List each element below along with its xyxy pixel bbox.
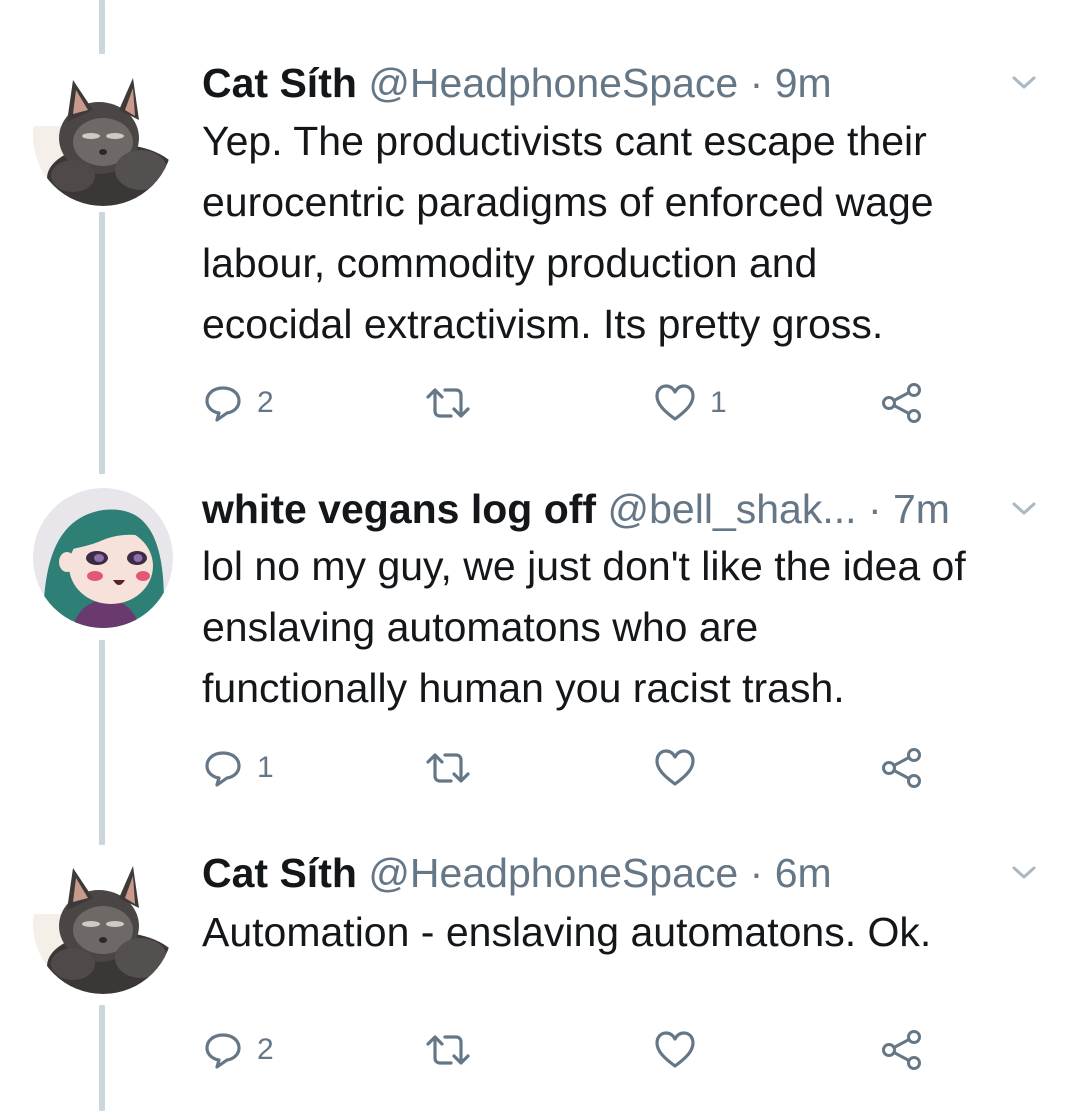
share-icon [880,1028,924,1072]
tweet-text-line: functionally human you racist trash. [202,665,845,711]
reply-icon [203,383,243,423]
chevron-down-icon[interactable] [1010,858,1038,886]
display-name[interactable]: white vegans log off [202,486,596,532]
timestamp[interactable]: 9m [775,60,832,106]
share-button[interactable] [880,381,924,425]
user-handle[interactable]: @bell_shak... [608,486,857,532]
tweet-text-line: Automation - enslaving automatons. Ok. [202,909,932,955]
avatar[interactable] [33,488,173,628]
heart-icon [654,748,696,788]
retweet-icon [424,748,472,788]
chevron-down-icon[interactable] [1010,494,1038,522]
cat-avatar-image [33,66,173,206]
tweet-header: Cat Síth @HeadphoneSpace · 6m [202,848,832,898]
thread-line-1 [99,212,105,474]
tweet-actions: 2 1 [0,381,1080,425]
display-name[interactable]: Cat Síth [202,850,357,896]
retweet-button[interactable] [424,1028,486,1072]
thread-line-top [99,0,105,54]
tweet-text: Automation - enslaving automatons. Ok. [202,902,1052,963]
tweet-text-line: Yep. The productivists cant escape their [202,118,927,164]
reply-count: 1 [257,751,274,784]
like-button[interactable] [654,1028,710,1072]
share-button[interactable] [880,1028,924,1072]
tweet-text-line: enslaving automatons who are [202,604,759,650]
tweet-text: Yep. The productivists cant escape their… [202,111,1052,355]
share-icon [880,381,924,425]
tweet-text-line: eurocentric paradigms of enforced wage [202,179,934,225]
share-icon [880,746,924,790]
tweet-text-line: labour, commodity production and [202,240,818,286]
avatar[interactable] [33,66,173,206]
reply-button[interactable]: 1 [203,746,274,790]
tweet-header: white vegans log off @bell_shak... · 7m [202,484,950,534]
avatar[interactable] [33,854,173,994]
retweet-button[interactable] [424,381,486,425]
reply-button[interactable]: 2 [203,381,274,425]
tweet-header: Cat Síth @HeadphoneSpace · 9m [202,58,832,108]
share-button[interactable] [880,746,924,790]
tweet-text-line: lol no my guy, we just don't like the id… [202,543,966,589]
retweet-icon [424,383,472,423]
cartoon-girl-avatar-image [33,488,173,628]
tweet-actions: 2 [0,1028,1080,1072]
tweet-text-line: ecocidal extractivism. Its pretty gross. [202,301,884,347]
reply-button[interactable]: 2 [203,1028,274,1072]
separator-dot: · [867,486,882,532]
tweet-actions: 1 [0,746,1080,790]
tweet-text: lol no my guy, we just don't like the id… [202,536,1052,719]
chevron-down-icon[interactable] [1010,68,1038,96]
thread-line-2 [99,640,105,845]
heart-icon [654,1030,696,1070]
reply-count: 2 [257,386,274,419]
like-button[interactable] [654,746,710,790]
heart-icon [654,383,696,423]
reply-count: 2 [257,1033,274,1066]
separator-dot: · [749,850,764,896]
separator-dot: · [749,60,764,106]
like-count: 1 [710,386,727,419]
timestamp[interactable]: 7m [893,486,950,532]
retweet-icon [424,1030,472,1070]
user-handle[interactable]: @HeadphoneSpace [368,60,738,106]
display-name[interactable]: Cat Síth [202,60,357,106]
timestamp[interactable]: 6m [775,850,832,896]
reply-icon [203,1030,243,1070]
like-button[interactable]: 1 [654,381,727,425]
cat-avatar-image [33,854,173,994]
reply-icon [203,748,243,788]
user-handle[interactable]: @HeadphoneSpace [368,850,738,896]
retweet-button[interactable] [424,746,486,790]
